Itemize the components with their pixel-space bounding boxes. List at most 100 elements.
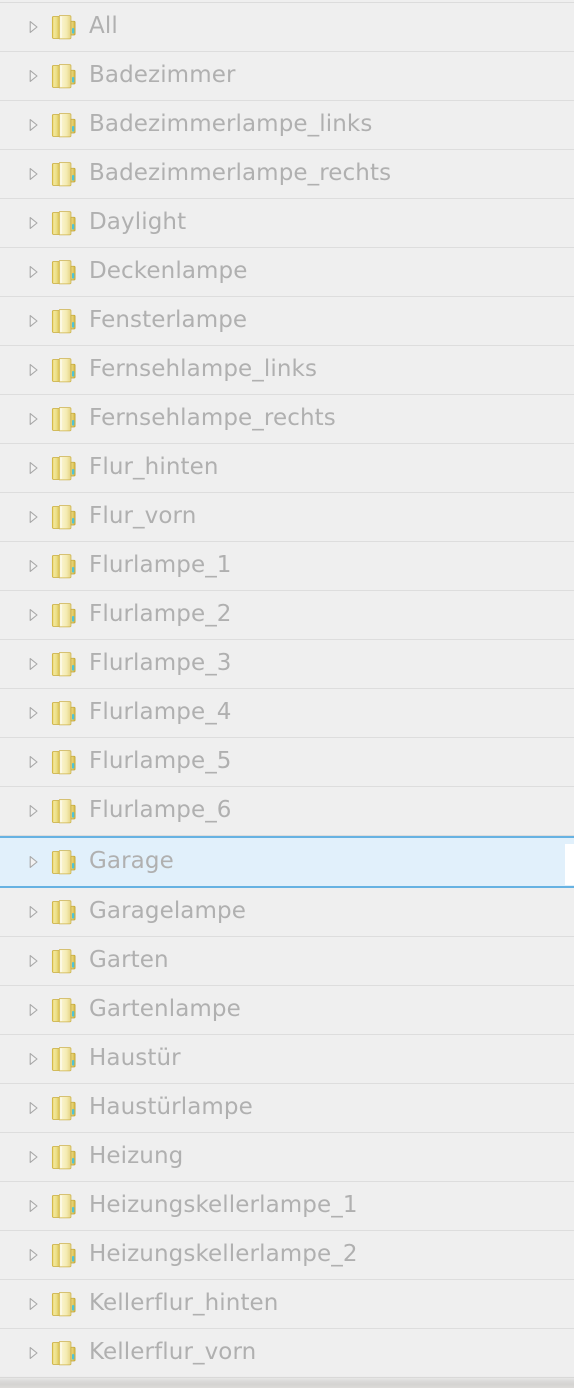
folder-icon	[51, 797, 77, 826]
tree-row[interactable]: Badezimmerlampe_rechts	[0, 150, 574, 199]
chevron-right-icon[interactable]	[24, 1295, 42, 1313]
tree-row[interactable]: Kellerflur_vorn	[0, 1329, 574, 1378]
folder-icon	[51, 209, 77, 238]
tree-row-label: Flur_hinten	[89, 453, 219, 480]
tree-row-list: All Badezimmer Badezimmerlampe_links Bad…	[0, 3, 574, 1378]
tree-row[interactable]: Flurlampe_6	[0, 787, 574, 836]
chevron-right-icon[interactable]	[24, 508, 42, 526]
tree-row[interactable]: Flurlampe_2	[0, 591, 574, 640]
chevron-right-icon[interactable]	[24, 1246, 42, 1264]
folder-icon	[51, 1290, 77, 1319]
folder-icon	[51, 1339, 77, 1368]
tree-row[interactable]: Heizungskellerlampe_1	[0, 1182, 574, 1231]
tree-row-label: Haustürlampe	[89, 1093, 253, 1120]
folder-icon	[51, 699, 77, 728]
tree-row-label: Flurlampe_1	[89, 551, 232, 578]
tree-row-label: Garten	[89, 946, 169, 973]
tree-row-label: Badezimmerlampe_links	[89, 110, 373, 137]
chevron-right-icon[interactable]	[24, 704, 42, 722]
folder-icon	[51, 748, 77, 777]
tree-row[interactable]: Haustürlampe	[0, 1084, 574, 1133]
chevron-right-icon[interactable]	[24, 853, 42, 871]
folder-icon	[51, 1045, 77, 1074]
chevron-right-icon[interactable]	[24, 753, 42, 771]
folder-tree-panel[interactable]: All Badezimmer Badezimmerlampe_links Bad…	[0, 0, 574, 1388]
folder-icon	[51, 1241, 77, 1270]
folder-icon	[51, 848, 77, 877]
chevron-right-icon[interactable]	[24, 214, 42, 232]
folder-icon	[51, 13, 77, 42]
chevron-right-icon[interactable]	[24, 410, 42, 428]
folder-icon	[51, 1143, 77, 1172]
folder-icon	[51, 898, 77, 927]
chevron-right-icon[interactable]	[24, 1344, 42, 1362]
chevron-right-icon[interactable]	[24, 459, 42, 477]
folder-icon	[51, 1192, 77, 1221]
tree-row-label: Badezimmer	[89, 61, 236, 88]
tree-row[interactable]: Flurlampe_3	[0, 640, 574, 689]
tree-row-label: Flurlampe_2	[89, 600, 232, 627]
chevron-right-icon[interactable]	[24, 1197, 42, 1215]
chevron-right-icon[interactable]	[24, 165, 42, 183]
folder-icon	[51, 258, 77, 287]
tree-row-label: Garage	[89, 847, 174, 874]
folder-icon	[51, 1094, 77, 1123]
folder-icon	[51, 356, 77, 385]
tree-row-label: Fernsehlampe_rechts	[89, 404, 336, 431]
tree-row[interactable]: All	[0, 3, 574, 52]
tree-row[interactable]: Flurlampe_1	[0, 542, 574, 591]
tree-row-label: Flurlampe_3	[89, 649, 232, 676]
folder-icon	[51, 307, 77, 336]
tree-row[interactable]: Badezimmerlampe_links	[0, 101, 574, 150]
tree-row[interactable]: Fernsehlampe_links	[0, 346, 574, 395]
tree-row-label: Heizungskellerlampe_2	[89, 1240, 358, 1267]
tree-row[interactable]: Haustür	[0, 1035, 574, 1084]
tree-row[interactable]: Flur_hinten	[0, 444, 574, 493]
chevron-right-icon[interactable]	[24, 361, 42, 379]
tree-row-label: Fensterlampe	[89, 306, 248, 333]
tree-row-label: Fernsehlampe_links	[89, 355, 318, 382]
chevron-right-icon[interactable]	[24, 18, 42, 36]
chevron-right-icon[interactable]	[24, 655, 42, 673]
chevron-right-icon[interactable]	[24, 557, 42, 575]
tree-row[interactable]: Flurlampe_4	[0, 689, 574, 738]
chevron-right-icon[interactable]	[24, 312, 42, 330]
folder-icon	[51, 947, 77, 976]
tree-row-label: Badezimmerlampe_rechts	[89, 159, 392, 186]
tree-row[interactable]: Kellerflur_hinten	[0, 1280, 574, 1329]
tree-row-selected[interactable]: Garage	[0, 836, 574, 888]
tree-row[interactable]: Garten	[0, 937, 574, 986]
tree-row-label: Kellerflur_hinten	[89, 1289, 279, 1316]
tree-row-label: Flur_vorn	[89, 502, 197, 529]
tree-row[interactable]: Badezimmer	[0, 52, 574, 101]
tree-row[interactable]: Deckenlampe	[0, 248, 574, 297]
chevron-right-icon[interactable]	[24, 116, 42, 134]
tree-row[interactable]: Heizung	[0, 1133, 574, 1182]
tree-row-label: Heizungskellerlampe_1	[89, 1191, 358, 1218]
chevron-right-icon[interactable]	[24, 67, 42, 85]
tree-row[interactable]: Fensterlampe	[0, 297, 574, 346]
tree-row[interactable]: Fernsehlampe_rechts	[0, 395, 574, 444]
tree-row[interactable]: Garagelampe	[0, 888, 574, 937]
chevron-right-icon[interactable]	[24, 1050, 42, 1068]
tree-row[interactable]: Flurlampe_5	[0, 738, 574, 787]
chevron-right-icon[interactable]	[24, 802, 42, 820]
tree-row-label: Garagelampe	[89, 897, 246, 924]
folder-icon	[51, 454, 77, 483]
chevron-right-icon[interactable]	[24, 1001, 42, 1019]
folder-icon	[51, 503, 77, 532]
tree-row-label: Kellerflur_vorn	[89, 1338, 257, 1365]
chevron-right-icon[interactable]	[24, 952, 42, 970]
tree-row[interactable]: Flur_vorn	[0, 493, 574, 542]
tree-row[interactable]: Gartenlampe	[0, 986, 574, 1035]
tree-row-label: Deckenlampe	[89, 257, 248, 284]
tree-row[interactable]: Heizungskellerlampe_2	[0, 1231, 574, 1280]
tree-row-label: Gartenlampe	[89, 995, 241, 1022]
tree-row-label: Flurlampe_5	[89, 747, 232, 774]
chevron-right-icon[interactable]	[24, 903, 42, 921]
chevron-right-icon[interactable]	[24, 263, 42, 281]
chevron-right-icon[interactable]	[24, 606, 42, 624]
tree-row[interactable]: Daylight	[0, 199, 574, 248]
chevron-right-icon[interactable]	[24, 1099, 42, 1117]
chevron-right-icon[interactable]	[24, 1148, 42, 1166]
